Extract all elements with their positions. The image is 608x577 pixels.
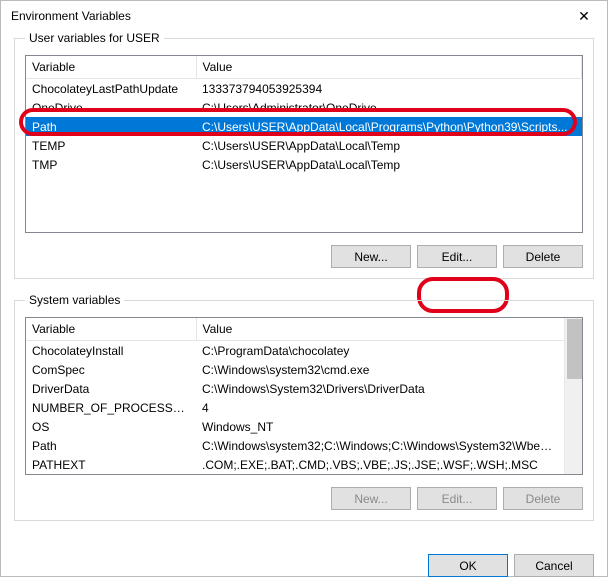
close-button[interactable]: ✕	[561, 1, 607, 31]
system-variables-legend: System variables	[25, 293, 124, 307]
user-edit-button[interactable]: Edit...	[417, 245, 497, 268]
user-variables-legend: User variables for USER	[25, 31, 164, 45]
table-row[interactable]: TEMP C:\Users\USER\AppData\Local\Temp	[26, 136, 582, 155]
environment-variables-dialog: Environment Variables ✕ User variables f…	[0, 0, 608, 577]
system-variables-table[interactable]: Variable Value ChocolateyInstall C:\Prog…	[25, 317, 583, 475]
system-delete-button[interactable]: Delete	[503, 487, 583, 510]
column-header-value[interactable]: Value	[196, 318, 565, 341]
user-variables-group: User variables for USER Variable Value C…	[14, 31, 594, 279]
table-row[interactable]: ChocolateyInstall C:\ProgramData\chocola…	[26, 341, 565, 361]
system-new-button[interactable]: New...	[331, 487, 411, 510]
user-variables-table[interactable]: Variable Value ChocolateyLastPathUpdate …	[25, 55, 583, 233]
user-delete-button[interactable]: Delete	[503, 245, 583, 268]
dialog-title: Environment Variables	[11, 9, 131, 23]
user-new-button[interactable]: New...	[331, 245, 411, 268]
close-icon: ✕	[578, 8, 590, 25]
scrollbar[interactable]	[564, 318, 582, 474]
cancel-button[interactable]: Cancel	[514, 554, 594, 577]
table-row[interactable]: ChocolateyLastPathUpdate 133373794053925…	[26, 79, 582, 99]
table-row[interactable]: DriverData C:\Windows\System32\Drivers\D…	[26, 379, 565, 398]
system-variables-group: System variables Variable Value	[14, 293, 594, 521]
scrollbar-thumb[interactable]	[567, 319, 582, 379]
table-row[interactable]: NUMBER_OF_PROCESSORS 4	[26, 398, 565, 417]
table-row[interactable]: PATHEXT .COM;.EXE;.BAT;.CMD;.VBS;.VBE;.J…	[26, 455, 565, 474]
ok-button[interactable]: OK	[428, 554, 508, 577]
table-row[interactable]: OS Windows_NT	[26, 417, 565, 436]
table-row[interactable]: Path C:\Windows\system32;C:\Windows;C:\W…	[26, 436, 565, 455]
column-header-variable[interactable]: Variable	[26, 56, 196, 79]
column-header-variable[interactable]: Variable	[26, 318, 196, 341]
titlebar: Environment Variables ✕	[1, 1, 607, 31]
column-header-value[interactable]: Value	[196, 56, 582, 79]
table-row[interactable]: OneDrive C:\Users\Administrator\OneDrive	[26, 98, 582, 117]
system-edit-button[interactable]: Edit...	[417, 487, 497, 510]
table-row[interactable]: TMP C:\Users\USER\AppData\Local\Temp	[26, 155, 582, 174]
table-row[interactable]: ComSpec C:\Windows\system32\cmd.exe	[26, 360, 565, 379]
table-row[interactable]: Path C:\Users\USER\AppData\Local\Program…	[26, 117, 582, 136]
